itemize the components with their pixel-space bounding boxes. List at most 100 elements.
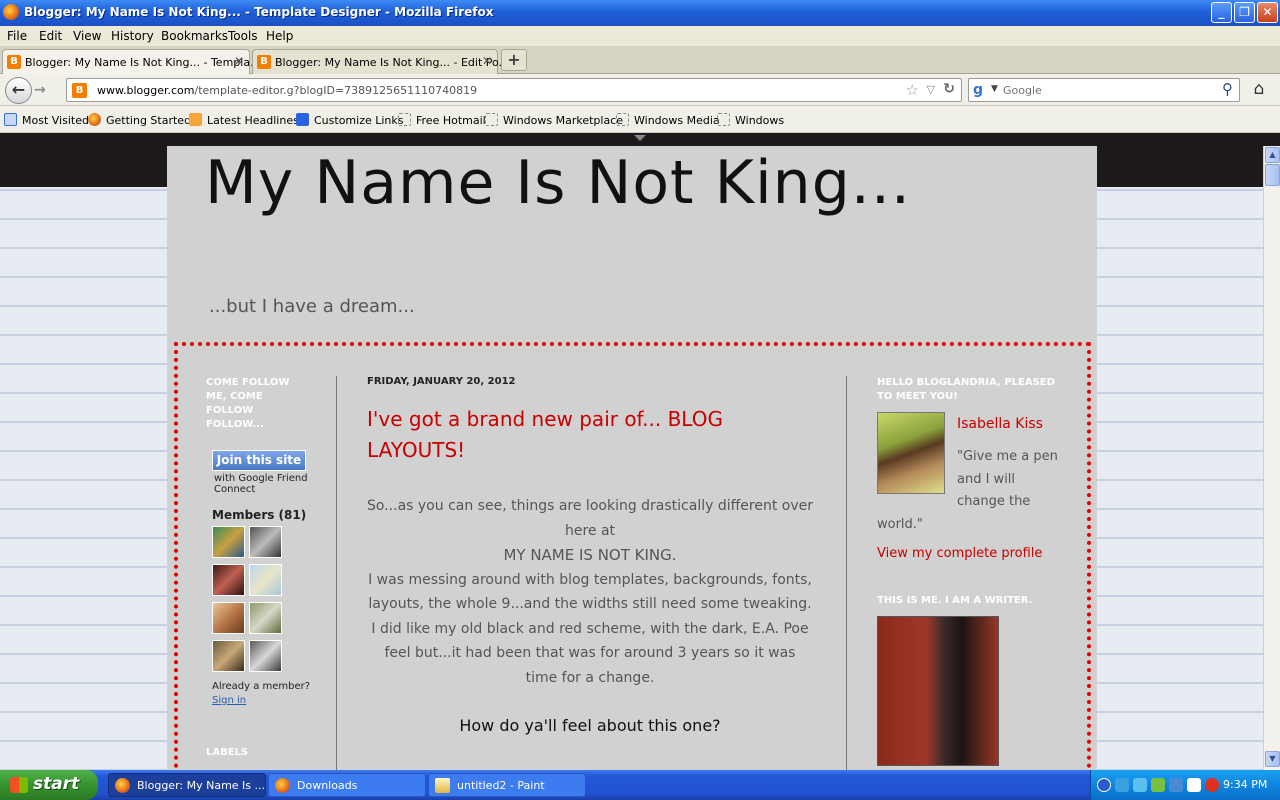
left-sidebar: COME FOLLOW ME, COME FOLLOW FOLLOW... Jo… [206, 376, 336, 758]
scroll-up-icon[interactable]: ▲ [1265, 147, 1280, 163]
tray-app-icon[interactable] [1115, 778, 1129, 792]
paint-icon [435, 778, 450, 793]
close-button[interactable]: ✕ [1257, 2, 1278, 23]
member-avatar[interactable] [212, 602, 245, 634]
bookmark-free-hotmail[interactable]: Free Hotmail [398, 113, 486, 127]
writer-photo [877, 616, 999, 766]
member-avatar[interactable] [249, 640, 282, 672]
url-dropdown-icon[interactable]: ▽ [927, 83, 935, 96]
menu-bar: File Edit View History Bookmarks Tools H… [0, 26, 1280, 46]
bookmark-windows[interactable]: Windows [717, 113, 784, 127]
sign-in-link[interactable]: Sign in [212, 695, 246, 706]
bookmark-star-icon[interactable]: ☆ [906, 81, 919, 99]
scroll-down-icon[interactable]: ▼ [1265, 751, 1280, 767]
tray-wifi-icon[interactable] [1187, 778, 1201, 792]
bookmark-most-visited[interactable]: Most Visited [4, 113, 89, 127]
taskbar-item-firefox[interactable]: Blogger: My Name Is ... [108, 773, 266, 797]
post-title[interactable]: I've got a brand new pair of... BLOG LAY… [367, 404, 787, 466]
menu-edit[interactable]: Edit [39, 29, 62, 43]
right-sidebar: HELLO BLOGLANDRIA, PLEASED TO MEET YOU! … [877, 376, 1077, 766]
tab-bar: B Blogger: My Name Is Not King... - Temp… [0, 46, 1280, 74]
window-titlebar: Blogger: My Name Is Not King... - Templa… [0, 0, 1280, 26]
column-divider [336, 376, 337, 770]
msn-icon [296, 113, 309, 126]
member-avatar[interactable] [212, 640, 245, 672]
blog-description: ...but I have a dream... [209, 296, 415, 317]
url-text[interactable]: www.blogger.com/template-editor.g?blogID… [97, 84, 477, 97]
scroll-thumb[interactable] [1265, 164, 1280, 186]
post-paragraph: I was messing around with blog templates… [368, 571, 812, 686]
search-icon[interactable]: ⚲ [1222, 80, 1233, 98]
bookmarks-toolbar: Most Visited Getting Started Latest Head… [0, 106, 1280, 133]
page-icon [398, 113, 411, 126]
view-profile-link[interactable]: View my complete profile [877, 546, 1042, 561]
column-divider [846, 376, 847, 770]
search-bar[interactable]: g ▼ ⚲ [968, 78, 1240, 102]
bookmark-latest-headlines[interactable]: Latest Headlines [189, 113, 299, 127]
tray-alert-icon[interactable] [1205, 778, 1219, 792]
tab-close-icon[interactable]: ✕ [234, 54, 244, 68]
post-date: FRIDAY, JANUARY 20, 2012 [367, 376, 516, 387]
join-site-button[interactable]: Join this site [212, 450, 306, 471]
menu-history[interactable]: History [111, 29, 154, 43]
member-avatar[interactable] [249, 602, 282, 634]
minimize-button[interactable]: _ [1211, 2, 1232, 23]
gfc-caption: with Google Friend Connect [214, 473, 308, 495]
menu-file[interactable]: File [7, 29, 27, 43]
menu-bookmarks[interactable]: Bookmarks [161, 29, 228, 43]
profile-name-link[interactable]: Isabella Kiss [957, 416, 1043, 432]
tab-close-icon[interactable]: ✕ [482, 54, 492, 68]
tab-label: Blogger: My Name Is Not King... - Templa… [25, 56, 261, 69]
menu-view[interactable]: View [73, 29, 101, 43]
tab-edit-post[interactable]: B Blogger: My Name Is Not King... - Edit… [252, 49, 509, 74]
blogger-icon: B [7, 55, 21, 69]
member-avatar[interactable] [212, 526, 245, 558]
reload-icon[interactable]: ↻ [943, 81, 955, 97]
home-icon[interactable]: ⌂ [1246, 79, 1272, 101]
firefox-icon [3, 4, 19, 20]
tray-app-icon[interactable] [1169, 778, 1183, 792]
scrollbar-top-band [1263, 133, 1280, 146]
menu-help[interactable]: Help [266, 29, 293, 43]
url-bar[interactable]: B www.blogger.com/template-editor.g?blog… [66, 78, 962, 102]
window-title: Blogger: My Name Is Not King... - Templa… [24, 5, 494, 19]
main-post: FRIDAY, JANUARY 20, 2012 I've got a bran… [367, 376, 827, 735]
tray-expand-icon[interactable] [1097, 778, 1111, 792]
profile-widget-title: HELLO BLOGLANDRIA, PLEASED TO MEET YOU! [877, 377, 1055, 402]
maximize-button[interactable]: ❐ [1234, 2, 1255, 23]
followers-widget-title: COME FOLLOW ME, COME FOLLOW FOLLOW... [206, 377, 290, 430]
bookmark-customize-links[interactable]: Customize Links [296, 113, 404, 127]
collapse-arrow-icon[interactable] [634, 135, 646, 141]
labels-widget-title: LABELS [206, 747, 249, 758]
taskbar-item-downloads[interactable]: Downloads [268, 773, 426, 797]
forward-button[interactable]: → [34, 82, 46, 98]
member-avatar[interactable] [249, 564, 282, 596]
blog-title[interactable]: My Name Is Not King... [205, 148, 911, 218]
bookmark-getting-started[interactable]: Getting Started [88, 113, 191, 127]
page-viewport: My Name Is Not King... ...but I have a d… [0, 133, 1263, 770]
members-count: Members (81) [212, 508, 307, 522]
menu-tools[interactable]: Tools [228, 29, 258, 43]
tray-security-icon[interactable] [1151, 778, 1165, 792]
post-paragraph: So...as you can see, things are looking … [367, 498, 813, 539]
search-input[interactable] [1003, 82, 1203, 98]
firefox-icon [88, 113, 101, 126]
site-identity-icon: B [72, 83, 87, 98]
taskbar-item-paint[interactable]: untitled2 - Paint [428, 773, 586, 797]
bookmark-windows-marketplace[interactable]: Windows Marketplace [485, 113, 623, 127]
back-button[interactable]: ← [5, 77, 32, 104]
rss-icon [189, 113, 202, 126]
engine-dropdown-icon[interactable]: ▼ [991, 84, 998, 94]
vertical-scrollbar[interactable]: ▲ ▼ [1263, 146, 1280, 770]
windows-taskbar: start Blogger: My Name Is ... Downloads … [0, 770, 1280, 800]
member-avatar[interactable] [212, 564, 245, 596]
new-tab-button[interactable]: + [501, 49, 527, 71]
start-button[interactable]: start [0, 770, 98, 800]
google-engine-icon[interactable]: g [973, 82, 983, 98]
bookmark-windows-media[interactable]: Windows Media [616, 113, 720, 127]
firefox-icon [275, 778, 290, 793]
post-question: How do ya'll feel about this one? [459, 716, 721, 735]
member-avatar[interactable] [249, 526, 282, 558]
tab-template-designer[interactable]: B Blogger: My Name Is Not King... - Temp… [2, 49, 261, 74]
tray-network-icon[interactable] [1133, 778, 1147, 792]
